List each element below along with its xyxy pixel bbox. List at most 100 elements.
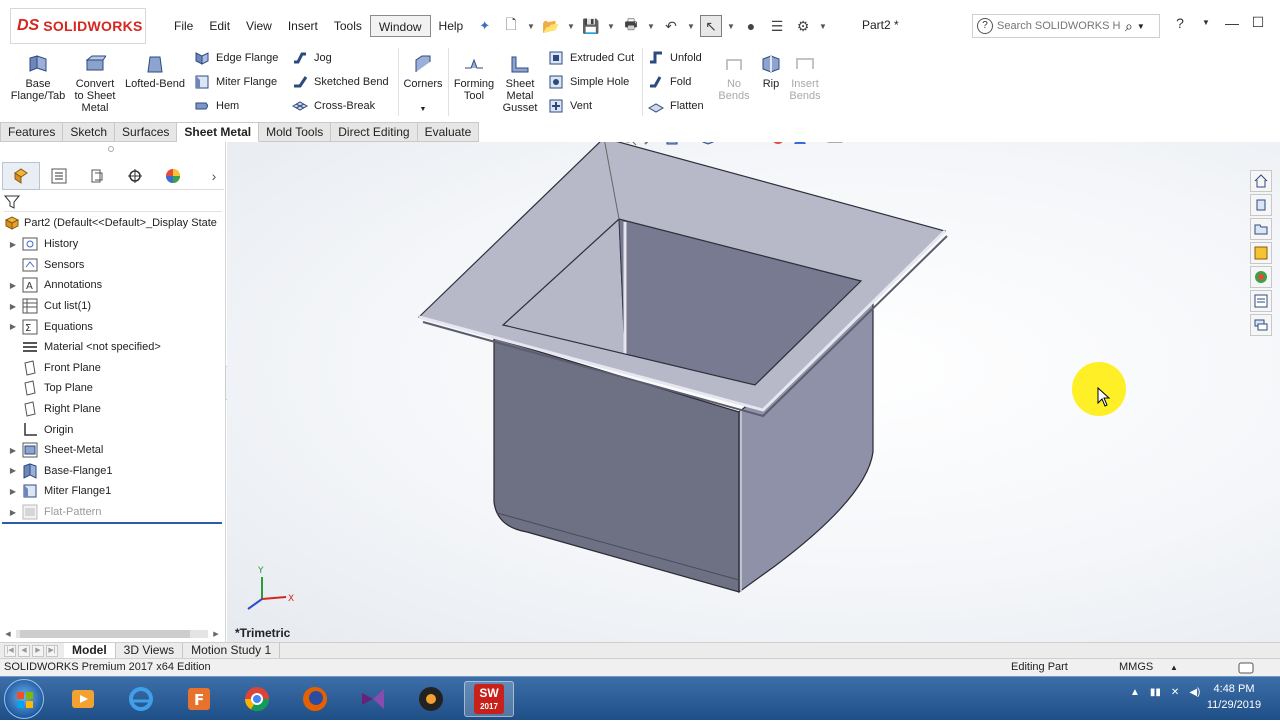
first-tab-icon[interactable]: |◀ <box>4 644 16 657</box>
tree-root-part[interactable]: Part2 (Default<<Default>_Display State <box>4 214 226 232</box>
property-manager-tab[interactable] <box>40 162 78 190</box>
search-box[interactable]: ? ⌕ ▼ <box>972 14 1160 38</box>
configuration-manager-tab[interactable] <box>78 162 116 190</box>
chevron-down-icon[interactable]: ▼ <box>818 22 828 31</box>
undo-icon[interactable]: ↶ <box>660 15 682 37</box>
menu-window[interactable]: Window <box>369 15 431 37</box>
display-manager-tab[interactable] <box>154 162 192 190</box>
tab-sheet-metal[interactable]: Sheet Metal <box>177 122 260 142</box>
chevron-down-icon[interactable]: ▼ <box>566 22 576 31</box>
tree-item-sensors[interactable]: Sensors <box>0 255 224 276</box>
hem-button[interactable]: Hem <box>194 96 239 116</box>
expand-arrow-icon[interactable]: ▶ <box>8 466 18 475</box>
gear-icon[interactable]: ⚙ <box>792 15 814 37</box>
tab-model[interactable]: Model <box>64 642 116 659</box>
menu-insert[interactable]: Insert <box>280 15 326 37</box>
forming-tool-button[interactable]: Forming Tool <box>452 50 496 102</box>
solidworks-logo[interactable]: DS SOLIDWORKS <box>10 8 146 44</box>
chevron-down-icon[interactable]: ▼ <box>1198 18 1214 27</box>
last-tab-icon[interactable]: ▶| <box>46 644 58 657</box>
chevron-down-icon[interactable]: ▼ <box>606 22 616 31</box>
dimxpert-manager-tab[interactable] <box>116 162 154 190</box>
tab-3d-views[interactable]: 3D Views <box>116 642 184 659</box>
forum-icon[interactable] <box>1250 314 1272 336</box>
tree-item-annotations[interactable]: ▶ A Annotations <box>0 275 224 296</box>
graphics-area[interactable]: ▼ ▼ ▼ ▼ ▼ ⧉ ⧉ — ☐ ✕ <box>227 142 1280 642</box>
tab-evaluate[interactable]: Evaluate <box>417 122 480 142</box>
appearances-icon[interactable] <box>1250 266 1272 288</box>
tree-item-material[interactable]: Material <not specified> <box>0 337 224 358</box>
chevron-right-icon[interactable]: › <box>204 168 224 184</box>
rip-button[interactable]: Rip <box>756 50 786 90</box>
tree-item-origin[interactable]: Origin <box>0 419 224 440</box>
tree-item-front-plane[interactable]: Front Plane <box>0 358 224 379</box>
lofted-bend-button[interactable]: Lofted-Bend <box>122 50 188 90</box>
expand-arrow-icon[interactable]: ▶ <box>8 240 18 249</box>
traffic-light-icon[interactable]: ● <box>740 15 762 37</box>
minimize-icon[interactable]: — <box>1224 15 1240 31</box>
expand-arrow-icon[interactable]: ▶ <box>8 446 18 455</box>
tab-direct-editing[interactable]: Direct Editing <box>331 122 418 142</box>
unfold-button[interactable]: Unfold <box>648 48 702 68</box>
extruded-cut-button[interactable]: Extruded Cut <box>548 48 634 68</box>
search-icon[interactable]: ⌕ <box>1125 18 1133 35</box>
scroll-track[interactable] <box>16 630 208 638</box>
taskbar-filezilla[interactable]: F <box>174 681 224 717</box>
expand-arrow-icon[interactable]: ▶ <box>8 508 18 517</box>
taskbar-internet-explorer[interactable] <box>116 681 166 717</box>
chevron-down-icon[interactable]: ▼ <box>526 22 536 31</box>
menu-file[interactable]: File <box>166 15 201 37</box>
chevron-down-icon[interactable]: ▼ <box>686 22 696 31</box>
panel-splitter-dot[interactable] <box>108 146 114 152</box>
menu-tools[interactable]: Tools <box>326 15 370 37</box>
taskbar-solidworks[interactable]: SW 2017 <box>464 681 514 717</box>
network-signal-icon[interactable]: ▮▮ <box>1150 687 1161 698</box>
expand-arrow-icon[interactable]: ▶ <box>8 281 18 290</box>
chevron-down-icon[interactable]: ▼ <box>1137 22 1145 31</box>
search-input[interactable] <box>997 20 1121 32</box>
show-hidden-icons-icon[interactable]: ▲ <box>1130 687 1140 698</box>
convert-to-sheet-metal-button[interactable]: Convert to Sheet Metal <box>70 50 120 114</box>
tree-item-history[interactable]: ▶ History <box>0 234 224 255</box>
chevron-down-icon[interactable]: ▼ <box>726 22 736 31</box>
prev-tab-icon[interactable]: ◀ <box>18 644 30 657</box>
cross-break-button[interactable]: Cross-Break <box>292 96 375 116</box>
feature-manager-tab[interactable] <box>2 161 40 190</box>
next-tab-icon[interactable]: ▶ <box>32 644 44 657</box>
miter-flange-button[interactable]: Miter Flange <box>194 72 277 92</box>
rebuild-status-icon[interactable] <box>1238 661 1254 675</box>
chevron-down-icon[interactable]: ▼ <box>402 104 444 116</box>
filter-funnel-icon[interactable] <box>4 194 20 210</box>
custom-properties-icon[interactable] <box>1250 290 1272 312</box>
expand-arrow-icon[interactable]: ▶ <box>8 322 18 331</box>
open-folder-icon[interactable]: 📂 <box>540 15 562 37</box>
save-icon[interactable]: 💾 <box>580 15 602 37</box>
taskbar-clock[interactable]: 4:48 PM 11/29/2019 <box>1200 681 1268 713</box>
tree-rollback-bar[interactable] <box>2 522 222 524</box>
design-library-icon[interactable] <box>1250 194 1272 216</box>
units-selector[interactable]: MMGS <box>1119 661 1153 673</box>
tree-horizontal-scrollbar[interactable]: ◀ ▶ <box>2 628 222 640</box>
pin-icon[interactable]: ✦ <box>471 18 498 34</box>
taskbar-visual-studio[interactable] <box>348 681 398 717</box>
fold-button[interactable]: Fold <box>648 72 691 92</box>
insert-bends-button[interactable]: Insert Bends <box>788 50 822 102</box>
expand-arrow-icon[interactable]: ▶ <box>8 487 18 496</box>
taskbar-firefox[interactable] <box>290 681 340 717</box>
tree-item-equations[interactable]: ▶ Σ Equations <box>0 316 224 337</box>
sketched-bend-button[interactable]: Sketched Bend <box>292 72 389 92</box>
select-pointer-icon[interactable]: ↖ <box>700 15 722 37</box>
corners-button[interactable]: Corners ▼ <box>402 50 444 116</box>
close-icon[interactable]: ✕ <box>1276 14 1280 31</box>
simple-hole-button[interactable]: Simple Hole <box>548 72 629 92</box>
vent-button[interactable]: Vent <box>548 96 592 116</box>
no-bends-button[interactable]: No Bends <box>716 50 752 102</box>
tab-features[interactable]: Features <box>0 122 64 142</box>
tree-item-sheet-metal[interactable]: ▶ Sheet-Metal <box>0 440 224 461</box>
maximize-icon[interactable]: ☐ <box>1250 14 1266 31</box>
menu-view[interactable]: View <box>238 15 280 37</box>
file-explorer-icon[interactable] <box>1250 218 1272 240</box>
tree-item-top-plane[interactable]: Top Plane <box>0 378 224 399</box>
network-status-icon[interactable]: ✕ <box>1171 687 1179 698</box>
home-icon[interactable] <box>1250 170 1272 192</box>
